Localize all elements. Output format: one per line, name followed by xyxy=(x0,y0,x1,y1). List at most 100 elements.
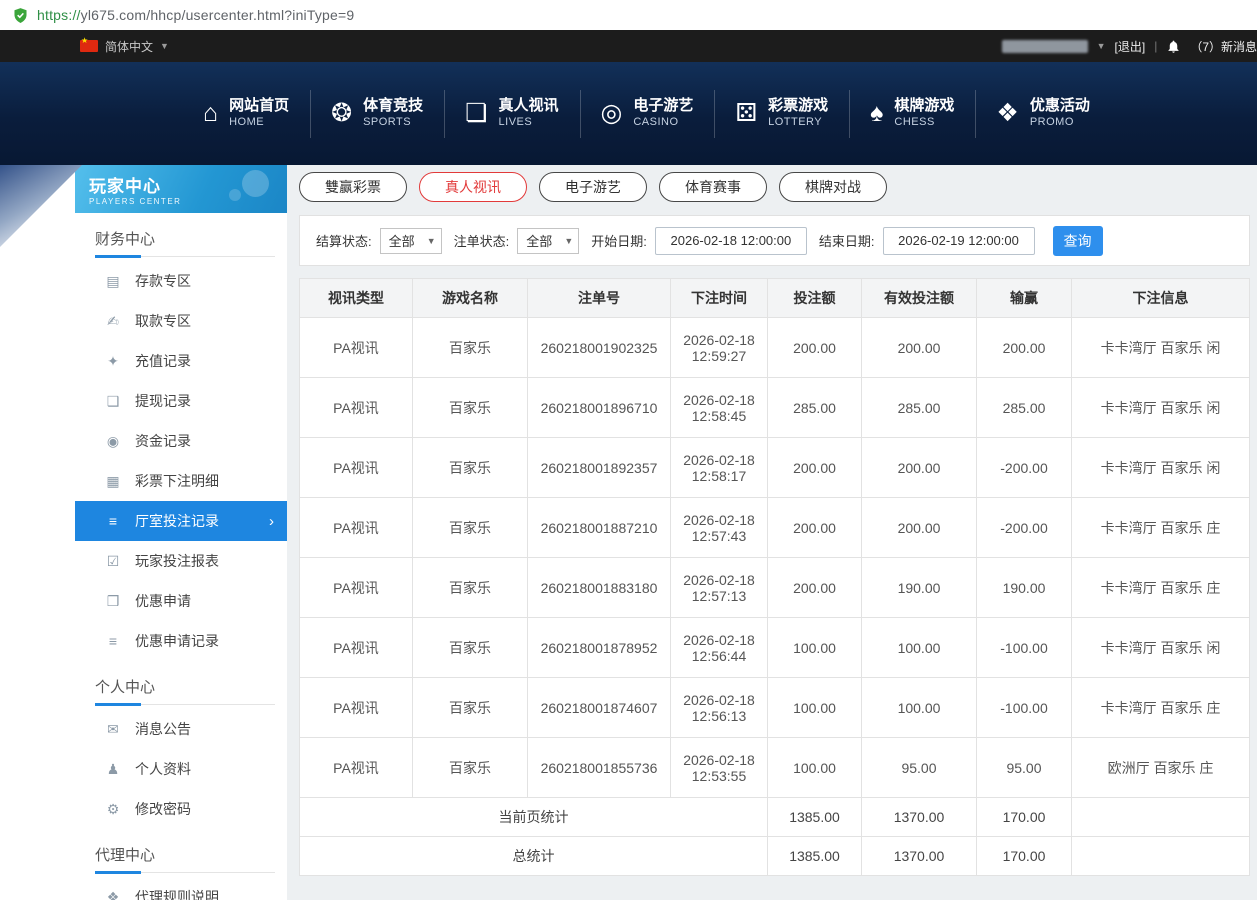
table-row: PA视讯 百家乐 260218001896710 2026-02-18 12:5… xyxy=(300,378,1250,438)
nav-item[interactable]: ♠ 棋牌游戏 CHESS xyxy=(849,62,975,165)
nav-item-text: 优惠活动 PROMO xyxy=(1030,97,1090,130)
tab-label: 体育赛事 xyxy=(685,177,741,197)
cell-bet-amount: 200.00 xyxy=(768,318,862,378)
screen: https://yl675.com/hhcp/usercenter.html?i… xyxy=(0,0,1257,900)
column-header: 投注额 xyxy=(768,279,862,318)
nav-item-text: 棋牌游戏 CHESS xyxy=(894,97,954,130)
cell-bet-amount: 100.00 xyxy=(768,678,862,738)
nav-item[interactable]: ❂ 体育竞技 SPORTS xyxy=(310,62,444,165)
funds-record-icon: ◉ xyxy=(104,433,122,450)
nav-item[interactable]: ❏ 真人视讯 LIVES xyxy=(444,62,579,165)
cell-winloss: -200.00 xyxy=(977,438,1072,498)
nav-item[interactable]: ❖ 优惠活动 PROMO xyxy=(975,62,1110,165)
tab-label: 真人视讯 xyxy=(445,177,501,197)
cell-bet-time: 2026-02-18 12:57:13 xyxy=(671,558,768,618)
category-tab[interactable]: 电子游艺 xyxy=(539,172,647,202)
search-button[interactable]: 查询 xyxy=(1053,226,1103,256)
username-masked[interactable] xyxy=(1002,40,1088,53)
sidebar-item-label: 消息公告 xyxy=(135,719,191,739)
start-date-input[interactable] xyxy=(655,227,807,255)
sidebar-menu-item[interactable]: ☑ 玩家投注报表 xyxy=(75,541,287,581)
logout-link[interactable]: [退出] xyxy=(1115,38,1146,55)
cell-bet-time: 2026-02-18 12:56:13 xyxy=(671,678,768,738)
nav-item[interactable]: ⚄ 彩票游戏 LOTTERY xyxy=(714,62,849,165)
end-date-input[interactable] xyxy=(883,227,1035,255)
sidebar-menu-item[interactable]: ✉ 消息公告 xyxy=(75,709,287,749)
column-header: 游戏名称 xyxy=(413,279,528,318)
category-tab[interactable]: 真人视讯 xyxy=(419,172,527,202)
sidebar-item-label: 代理规则说明 xyxy=(135,887,219,900)
sidebar-menu-item[interactable]: ⚙ 修改密码 xyxy=(75,789,287,829)
agent-menu: ❖ 代理规则说明 xyxy=(75,877,287,900)
account-area: ▼ [退出] | （7）新消息 xyxy=(1002,38,1257,55)
left-gutter xyxy=(0,165,75,900)
sidebar-item-label: 彩票下注明细 xyxy=(135,471,219,491)
sidebar-menu-item[interactable]: ❑ 提现记录 xyxy=(75,381,287,421)
sidebar-menu-item[interactable]: ❖ 代理规则说明 xyxy=(75,877,287,900)
recharge-record-icon: ✦ xyxy=(104,353,122,370)
section-rule xyxy=(95,256,275,257)
chevron-down-icon[interactable]: ▼ xyxy=(1097,41,1106,51)
url-rest: yl675.com/hhcp/usercenter.html?iniType=9 xyxy=(81,7,355,23)
category-tab[interactable]: 棋牌对战 xyxy=(779,172,887,202)
cell-winloss: 285.00 xyxy=(977,378,1072,438)
chevron-down-icon: ▼ xyxy=(564,236,573,246)
section-rule xyxy=(95,872,275,873)
player-bet-report-icon: ☑ xyxy=(104,553,122,570)
sidebar-menu-item[interactable]: ≡ 优惠申请记录 xyxy=(75,621,287,661)
cell-winloss: 190.00 xyxy=(977,558,1072,618)
sidebar-menu-item[interactable]: ✦ 充值记录 xyxy=(75,341,287,381)
sidebar-menu-item[interactable]: ≡ 厅室投注记录 › xyxy=(75,501,287,541)
cell-game-name: 百家乐 xyxy=(413,498,528,558)
cell-video-type: PA视讯 xyxy=(300,438,413,498)
cell-bet-amount: 100.00 xyxy=(768,738,862,798)
section-title-finance: 财务中心 xyxy=(95,228,275,249)
category-tab[interactable]: 雙赢彩票 xyxy=(299,172,407,202)
sidebar-menu-item[interactable]: ✍ 取款专区 xyxy=(75,301,287,341)
sidebar-item-label: 修改密码 xyxy=(135,799,191,819)
sidebar-menu-item[interactable]: ▦ 彩票下注明细 xyxy=(75,461,287,501)
section-title-agent: 代理中心 xyxy=(95,844,275,865)
summary-page-winloss: 170.00 xyxy=(977,798,1072,837)
cell-valid-bet: 285.00 xyxy=(862,378,977,438)
cell-bet-time: 2026-02-18 12:57:43 xyxy=(671,498,768,558)
summary-row-page: 当前页统计 1385.00 1370.00 170.00 xyxy=(300,798,1250,837)
order-status-label: 注单状态: xyxy=(454,231,510,250)
sidebar-item-label: 优惠申请记录 xyxy=(135,631,219,651)
nav-item-label-cn: 电子游艺 xyxy=(633,97,693,116)
chevron-down-icon: ▼ xyxy=(427,236,436,246)
nav-item[interactable]: ⌂ 网站首页 HOME xyxy=(182,62,310,165)
bell-icon[interactable] xyxy=(1166,39,1181,54)
browser-address-bar[interactable]: https://yl675.com/hhcp/usercenter.html?i… xyxy=(0,0,1257,30)
cell-video-type: PA视讯 xyxy=(300,678,413,738)
nav-item-label-en: LIVES xyxy=(499,116,559,130)
order-status-value: 全部 xyxy=(526,231,552,250)
summary-page-bet: 1385.00 xyxy=(768,798,862,837)
cell-valid-bet: 100.00 xyxy=(862,678,977,738)
section-finance: 财务中心 xyxy=(75,213,287,257)
order-status-select[interactable]: 全部 ▼ xyxy=(517,228,579,254)
china-flag-icon xyxy=(80,40,98,52)
cell-bet-info: 卡卡湾厅 百家乐 闲 xyxy=(1072,438,1250,498)
url-protocol: https:// xyxy=(37,7,81,23)
nav-item-label-en: LOTTERY xyxy=(768,116,828,130)
hall-bet-record-icon: ≡ xyxy=(104,513,122,529)
sidebar-menu-item[interactable]: ❒ 优惠申请 xyxy=(75,581,287,621)
cell-bet-info: 卡卡湾厅 百家乐 庄 xyxy=(1072,498,1250,558)
nav-item-label-en: PROMO xyxy=(1030,116,1090,130)
category-tab[interactable]: 体育赛事 xyxy=(659,172,767,202)
summary-page-label: 当前页统计 xyxy=(300,798,768,837)
new-messages-link[interactable]: （7）新消息 xyxy=(1190,38,1257,55)
cell-bet-amount: 200.00 xyxy=(768,438,862,498)
sidebar-menu-item[interactable]: ◉ 资金记录 xyxy=(75,421,287,461)
sidebar-title: 玩家中心 xyxy=(89,172,287,197)
sidebar-menu-item[interactable]: ▤ 存款专区 xyxy=(75,261,287,301)
settle-status-select[interactable]: 全部 ▼ xyxy=(380,228,442,254)
column-header: 注单号 xyxy=(528,279,671,318)
nav-item[interactable]: ◎ 电子游艺 CASINO xyxy=(580,62,715,165)
sidebar-menu-item[interactable]: ♟ 个人资料 xyxy=(75,749,287,789)
nav-items: ⌂ 网站首页 HOME ❂ 体育竞技 SPORTS ❏ xyxy=(182,62,1257,165)
language-selector[interactable]: 简体中文 ▼ xyxy=(80,38,169,55)
summary-page-info-empty xyxy=(1072,798,1250,837)
cell-winloss: -200.00 xyxy=(977,498,1072,558)
